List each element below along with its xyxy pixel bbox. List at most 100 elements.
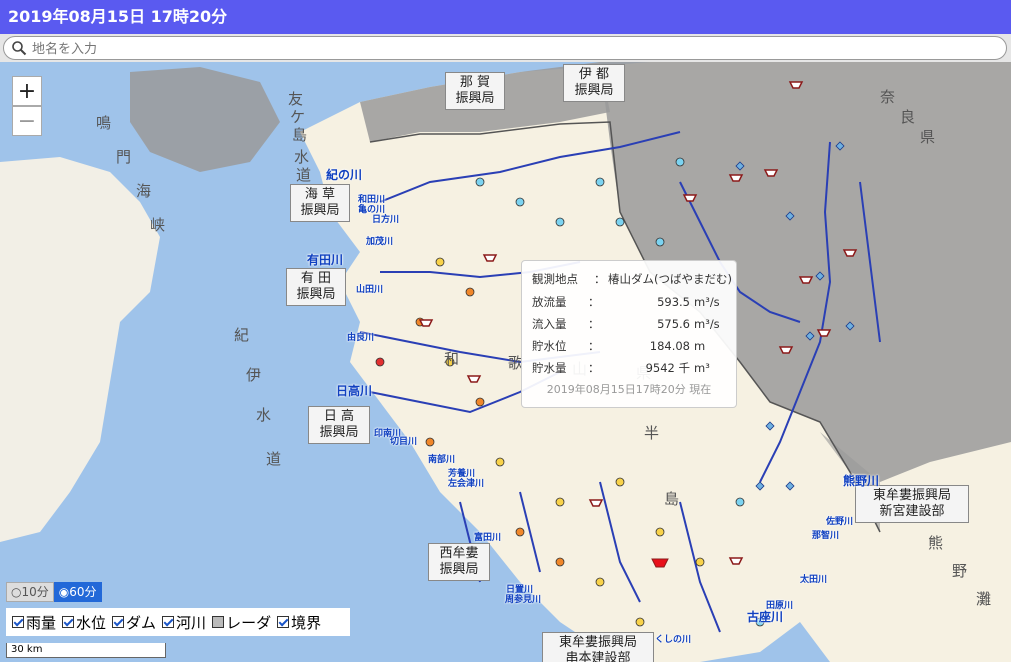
map-label: 道 xyxy=(266,450,282,468)
popup-sep: ： xyxy=(588,339,600,353)
river-label: 田原川 xyxy=(766,601,794,611)
river-label: 南部川 xyxy=(428,455,456,465)
popup-unit: m³ xyxy=(694,361,710,375)
interval-label: 10分 xyxy=(21,585,49,599)
office-label: 東牟婁振興局 新宮建設部 xyxy=(872,488,951,519)
scale-bar: 30 km xyxy=(6,643,166,658)
popup-label: 放流量 xyxy=(532,295,567,309)
station-popup: 観測地点 ： 椿山ダム(つばやまだむ) 放流量 ： 593.5 m³/s 流入量… xyxy=(521,260,737,408)
interval-label: 60分 xyxy=(69,585,97,599)
popup-label: 貯水位 xyxy=(532,339,567,353)
checkbox-icon[interactable] xyxy=(12,616,24,628)
office-kaiso: 海 草 振興局 xyxy=(290,184,350,222)
office-label: 東牟婁振興局 串本建設部 xyxy=(558,635,637,662)
river-label: 太田川 xyxy=(800,575,828,585)
map-label: 峡 xyxy=(150,216,166,234)
map-label: 島 xyxy=(664,490,680,508)
office-higashimuro-kushimoto: 東牟婁振興局 串本建設部 xyxy=(542,632,654,662)
zoom-in-button[interactable]: + xyxy=(12,76,42,106)
layer-label: 河川 xyxy=(176,613,207,632)
search-icon xyxy=(12,41,27,56)
river-label: 紀の川 xyxy=(326,168,363,182)
map-label: 水 xyxy=(256,406,272,424)
popup-unit: m xyxy=(694,339,706,353)
popup-unit: m³/s xyxy=(694,317,720,331)
river-label: 有田川 xyxy=(307,253,344,267)
map-label: 紀 xyxy=(234,326,250,344)
office-label: 伊 都 振興局 xyxy=(574,67,614,98)
checkbox-icon[interactable] xyxy=(112,616,125,628)
map-label: 灘 xyxy=(976,590,992,608)
layer-river[interactable]: 河川 xyxy=(162,612,206,633)
popup-value: 575.6 xyxy=(657,317,690,331)
checkbox-icon[interactable] xyxy=(62,616,75,628)
layer-label: 境界 xyxy=(291,613,322,632)
layer-dam[interactable]: ダム xyxy=(112,612,156,633)
popup-sep: ： xyxy=(588,361,600,375)
layer-label: レーダ xyxy=(226,613,272,632)
popup-label: 流入量 xyxy=(532,317,567,331)
popup-row: 貯水位 ： 184.08 m xyxy=(532,338,732,354)
checkbox-icon[interactable] xyxy=(277,616,290,628)
river-label: 山田川 xyxy=(356,285,384,295)
map-view[interactable]: + − 那 賀 振興局 伊 都 振興局 海 草 振興局 有 田 振興局 日 高 … xyxy=(0,62,1011,662)
map-label: 伊 xyxy=(246,366,262,384)
river-label: 加茂川 xyxy=(366,237,394,247)
map-label: 鳴 xyxy=(96,114,112,132)
page-title: 2019年08月15日 17時20分 xyxy=(0,0,1011,34)
checkbox-icon[interactable] xyxy=(162,616,175,628)
office-label: 西牟婁 振興局 xyxy=(439,546,479,577)
river-label: 富田川 xyxy=(474,533,502,543)
map-label: 奈 xyxy=(880,88,896,106)
popup-row: 貯水量 ： 9542 千 m³ xyxy=(532,360,732,376)
layer-water-level[interactable]: 水位 xyxy=(62,612,106,633)
popup-sep: ： xyxy=(594,272,606,286)
layer-rain[interactable]: 雨量 xyxy=(12,612,56,633)
layer-boundary[interactable]: 境界 xyxy=(277,612,321,633)
office-nishimuro: 西牟婁 振興局 xyxy=(428,543,490,581)
river-label: 佐野川 xyxy=(826,517,854,527)
map-label: 海 xyxy=(136,182,152,200)
map-label: 良 xyxy=(900,108,916,126)
popup-sep: ： xyxy=(588,317,600,331)
map-label: 和 xyxy=(444,350,460,368)
map-label: 道 xyxy=(296,166,312,184)
map-label: 島 xyxy=(292,126,308,144)
river-label: くしの川 xyxy=(655,635,692,645)
map-label: 門 xyxy=(116,148,132,166)
office-label: 那 賀 振興局 xyxy=(455,75,495,106)
layer-label: 雨量 xyxy=(26,613,57,632)
popup-station-name: 椿山ダム(つばやまだむ) xyxy=(608,272,732,286)
interval-60min-radio[interactable]: ◉60分 xyxy=(53,582,102,602)
river-label: 日方川 xyxy=(372,215,400,225)
popup-sep: ： xyxy=(588,295,600,309)
layer-radar[interactable]: レーダ xyxy=(212,612,271,633)
office-naga: 那 賀 振興局 xyxy=(445,72,505,110)
interval-10min-radio[interactable]: ○10分 xyxy=(6,582,54,602)
popup-value: 184.08 xyxy=(649,339,690,353)
river-label: 周参見川 xyxy=(505,595,542,605)
popup-label: 貯水量 xyxy=(532,361,567,375)
office-label: 海 草 振興局 xyxy=(300,187,340,218)
search-input[interactable] xyxy=(30,39,994,59)
river-label: 左会津川 xyxy=(448,479,485,489)
office-label: 日 高 振興局 xyxy=(319,409,359,440)
river-label: 熊野川 xyxy=(843,474,880,488)
search-bar xyxy=(0,34,1011,62)
river-label: 切目川 xyxy=(390,437,418,447)
zoom-out-button[interactable]: − xyxy=(12,106,42,136)
river-label: 由良川 xyxy=(347,333,375,343)
map-base xyxy=(0,62,1011,662)
popup-station-row: 観測地点 ： 椿山ダム(つばやまだむ) xyxy=(532,271,732,287)
map-label: 県 xyxy=(920,128,936,146)
popup-timestamp: 2019年08月15日17時20分 現在 xyxy=(546,383,712,396)
map-label: 半 xyxy=(644,424,660,442)
checkbox-icon[interactable] xyxy=(212,616,225,628)
search-box[interactable] xyxy=(3,36,1007,60)
popup-label: 観測地点 xyxy=(532,272,578,286)
popup-value: 593.5 xyxy=(657,295,690,309)
popup-row: 放流量 ： 593.5 m³/s xyxy=(532,294,732,310)
office-ito: 伊 都 振興局 xyxy=(563,64,625,102)
office-label: 有 田 振興局 xyxy=(296,271,336,302)
interval-toggle: ○10分 ◉60分 xyxy=(6,582,102,602)
